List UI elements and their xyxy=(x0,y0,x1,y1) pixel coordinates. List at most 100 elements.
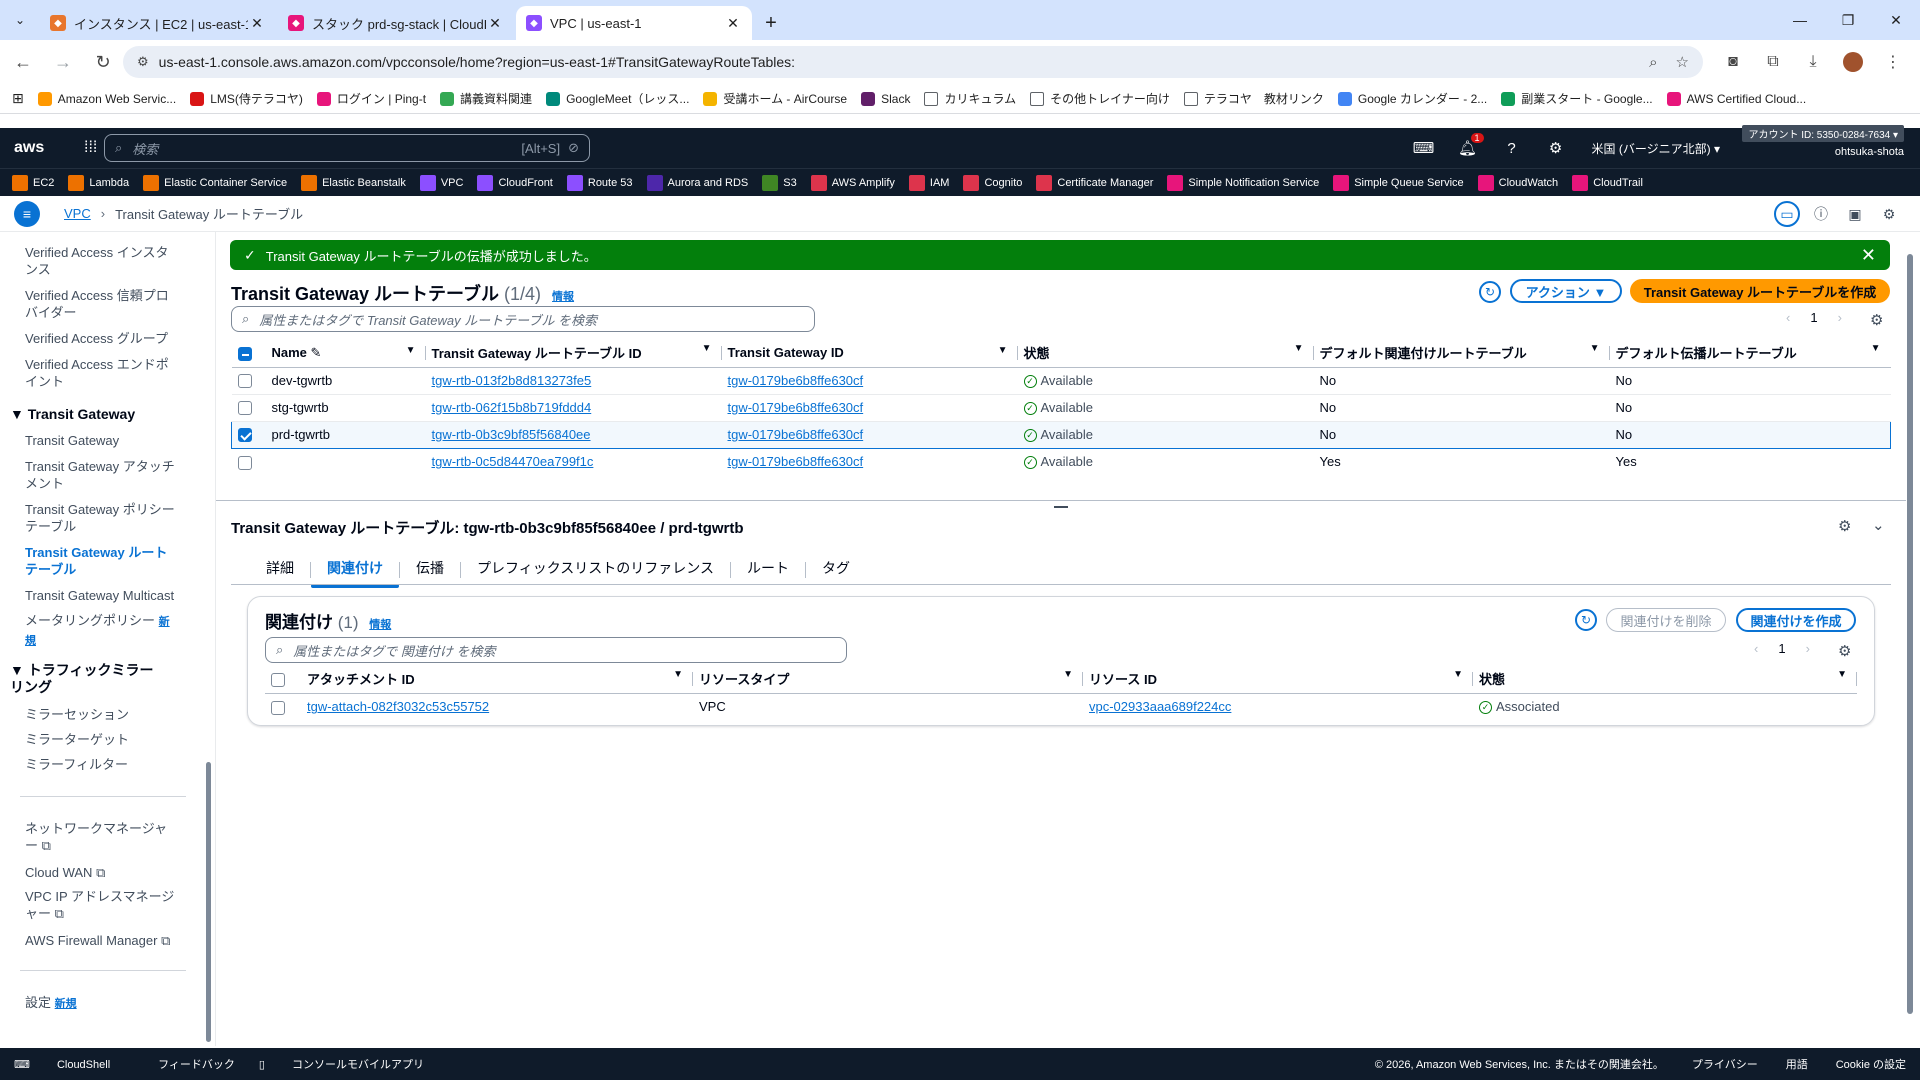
table-row[interactable]: tgw-rtb-0c5d84470ea799f1c tgw-0179be6b8f… xyxy=(232,448,1891,475)
sidenav-item-va-instance[interactable]: Verified Access インスタンス xyxy=(25,244,175,278)
column-header-state[interactable]: 状態 ▼ xyxy=(1017,339,1314,368)
terms-link[interactable]: 用語 xyxy=(1786,1056,1808,1072)
profile-avatar[interactable] xyxy=(1836,45,1870,79)
prev-page-icon[interactable]: ‹ xyxy=(1786,310,1790,325)
service-shortcut-cognito[interactable]: Cognito xyxy=(963,174,1022,191)
delete-association-button[interactable]: 関連付けを削除 xyxy=(1606,608,1726,632)
sidenav-item-mirror-filter[interactable]: ミラーフィルター xyxy=(25,756,175,773)
service-shortcut-cloudfront[interactable]: CloudFront xyxy=(477,174,553,191)
aws-logo[interactable]: aws xyxy=(14,139,54,157)
info-link[interactable]: 情報 xyxy=(369,619,391,631)
side-nav-menu-icon[interactable]: ≡ xyxy=(14,200,40,227)
rtb-id-link[interactable]: tgw-rtb-0c5d84470ea799f1c xyxy=(432,454,594,469)
tab-propagations[interactable]: 伝播 xyxy=(400,554,460,586)
screenshot-icon[interactable]: ◙ xyxy=(1716,45,1750,79)
tab-search-icon[interactable]: ⌄ xyxy=(0,0,40,40)
association-search-input[interactable]: ⌕ 属性またはタグで 関連付け を検索 xyxy=(265,637,847,663)
service-shortcut-simple-queue-service[interactable]: Simple Queue Service xyxy=(1333,174,1464,191)
user-name[interactable]: ohtsuka-shota xyxy=(1835,146,1904,158)
bookmark-item[interactable]: 受講ホーム - AirCourse xyxy=(703,90,847,107)
sidenav-item-tg-route-tables[interactable]: Transit Gateway ルートテーブル xyxy=(25,544,175,578)
service-shortcut-vpc[interactable]: VPC xyxy=(419,174,463,191)
service-shortcut-s3[interactable]: S3 xyxy=(762,174,797,191)
url-text[interactable]: us-east-1.console.aws.amazon.com/vpccons… xyxy=(159,54,1631,70)
create-association-button[interactable]: 関連付けを作成 xyxy=(1736,608,1856,632)
cloudshell-icon[interactable]: ⌨ xyxy=(1402,139,1446,157)
browser-tab-vpc[interactable]: ◆ VPC | us-east-1 ✕ xyxy=(516,6,752,40)
sidenav-item-mirror-target[interactable]: ミラーターゲット xyxy=(25,731,175,748)
bookmark-item[interactable]: 講義資料関連 xyxy=(440,90,532,107)
breadcrumb-vpc-link[interactable]: VPC xyxy=(64,206,91,221)
sidenav-item-va-endpoint[interactable]: Verified Access エンドポイント xyxy=(25,356,175,390)
service-shortcut-cloudwatch[interactable]: CloudWatch xyxy=(1477,174,1558,191)
service-shortcut-lambda[interactable]: Lambda xyxy=(68,174,129,191)
service-shortcut-aurora-and-rds[interactable]: Aurora and RDS xyxy=(646,174,748,191)
tab-details[interactable]: 詳細 xyxy=(250,554,310,586)
refresh-icon[interactable]: ↻ xyxy=(1479,281,1501,303)
info-link[interactable]: 情報 xyxy=(552,291,574,303)
bookmark-item[interactable]: GoogleMeet（レッス... xyxy=(546,90,689,107)
service-shortcut-simple-notification-service[interactable]: Simple Notification Service xyxy=(1167,174,1319,191)
select-all-checkbox[interactable] xyxy=(237,346,252,361)
close-tab-icon[interactable]: ✕ xyxy=(724,15,742,32)
column-header-resource-id[interactable]: リソース ID ▼ xyxy=(1083,665,1473,694)
prev-page-icon[interactable]: ‹ xyxy=(1754,641,1758,656)
bookmark-folder[interactable]: カリキュラム xyxy=(924,90,1016,107)
table-preferences-gear-icon[interactable]: ⚙ xyxy=(1870,311,1883,329)
cookie-settings-link[interactable]: Cookie の設定 xyxy=(1836,1056,1906,1072)
minimize-icon[interactable]: — xyxy=(1776,0,1824,40)
sidenav-scrollbar[interactable] xyxy=(206,762,211,1042)
attachment-id-link[interactable]: tgw-attach-082f3032c53c55752 xyxy=(307,699,489,714)
split-panel-resize-handle[interactable] xyxy=(1054,506,1068,508)
service-shortcut-elastic-beanstalk[interactable]: Elastic Beanstalk xyxy=(301,174,406,191)
service-shortcut-ec2[interactable]: EC2 xyxy=(12,174,54,191)
table-row-selected[interactable]: prd-tgwrtb tgw-rtb-0b3c9bf85f56840ee tgw… xyxy=(231,420,1891,449)
table-row[interactable]: stg-tgwrtb tgw-rtb-062f15b8b719fddd4 tgw… xyxy=(231,394,1891,422)
sidenav-item-network-manager[interactable]: ネットワークマネージャー ⧉ xyxy=(25,820,175,854)
rtb-id-link[interactable]: tgw-rtb-013f2b8d813273fe5 xyxy=(432,373,592,388)
sidenav-item-firewall-manager[interactable]: AWS Firewall Manager ⧉ xyxy=(25,932,175,949)
sidenav-item-tg-policy[interactable]: Transit Gateway ポリシーテーブル xyxy=(25,501,175,535)
service-shortcut-aws-amplify[interactable]: AWS Amplify xyxy=(810,174,895,191)
cloudshell-button[interactable]: ⌨ CloudShell xyxy=(14,1058,134,1071)
tab-tags[interactable]: タグ xyxy=(806,554,866,586)
column-header-default-association[interactable]: デフォルト関連付けルートテーブル ▼ xyxy=(1313,339,1610,368)
services-grid-icon[interactable]: ⁞⁞⁞ xyxy=(84,139,97,157)
tab-routes[interactable]: ルート xyxy=(731,554,805,586)
current-page[interactable]: 1 xyxy=(1778,641,1785,656)
bookmark-item[interactable]: LMS(侍テラコヤ) xyxy=(190,90,303,107)
sidenav-item-ipam[interactable]: VPC IP アドレスマネージャー ⧉ xyxy=(25,888,175,922)
site-info-icon[interactable]: ⚙ xyxy=(137,54,149,70)
rtb-id-link[interactable]: tgw-rtb-062f15b8b719fddd4 xyxy=(432,400,592,415)
notification-panel-icon[interactable]: ▣ xyxy=(1842,201,1868,227)
row-checkbox[interactable] xyxy=(271,700,285,715)
sidenav-item-metering[interactable]: メータリングポリシー 新規 xyxy=(25,612,175,650)
close-tab-icon[interactable]: ✕ xyxy=(486,15,504,32)
sidenav-section-traffic-mirroring[interactable]: ▼ トラフィックミラーリング xyxy=(10,662,160,696)
resource-id-link[interactable]: vpc-02933aaa689f224cc xyxy=(1089,699,1231,714)
browser-tab-ec2[interactable]: ◆ インスタンス | EC2 | us-east-1 ✕ xyxy=(40,6,276,40)
info-panel-icon[interactable]: ⓘ xyxy=(1808,201,1834,227)
address-bar[interactable]: ⚙ us-east-1.console.aws.amazon.com/vpcco… xyxy=(123,46,1703,78)
feedback-link[interactable]: フィードバック xyxy=(158,1056,235,1072)
row-checkbox[interactable] xyxy=(237,455,252,470)
close-window-icon[interactable]: ✕ xyxy=(1872,0,1920,40)
sidenav-item-cloud-wan[interactable]: Cloud WAN ⧉ xyxy=(25,864,175,881)
forward-icon[interactable]: → xyxy=(46,45,80,79)
apps-grid-icon[interactable]: ⊞ xyxy=(12,90,24,107)
zoom-icon[interactable]: ⌕ xyxy=(1649,54,1657,71)
rtb-id-link[interactable]: tgw-rtb-0b3c9bf85f56840ee xyxy=(432,427,591,442)
actions-dropdown-button[interactable]: アクション ▼ xyxy=(1510,279,1622,303)
bookmark-folder[interactable]: テラコヤ 教材リンク xyxy=(1183,90,1324,107)
sidenav-item-tg-multicast[interactable]: Transit Gateway Multicast xyxy=(25,587,175,604)
route-table-search-input[interactable]: ⌕ 属性またはタグで Transit Gateway ルートテーブル を検索 xyxy=(231,306,815,332)
next-page-icon[interactable]: › xyxy=(1838,310,1842,325)
column-header-rtb-id[interactable]: Transit Gateway ルートテーブル ID ▼ xyxy=(425,339,722,368)
tgw-id-link[interactable]: tgw-0179be6b8ffe630cf xyxy=(728,400,864,415)
account-id-menu[interactable]: アカウント ID: 5350-0284-7634 ▾ xyxy=(1742,125,1904,142)
bookmark-folder[interactable]: その他トレイナー向け xyxy=(1030,90,1170,107)
restore-icon[interactable]: ❐ xyxy=(1824,0,1872,40)
help-icon[interactable]: ? xyxy=(1490,140,1534,157)
bookmark-item[interactable]: Slack xyxy=(861,91,910,106)
table-preferences-gear-icon[interactable]: ⚙ xyxy=(1838,642,1851,660)
